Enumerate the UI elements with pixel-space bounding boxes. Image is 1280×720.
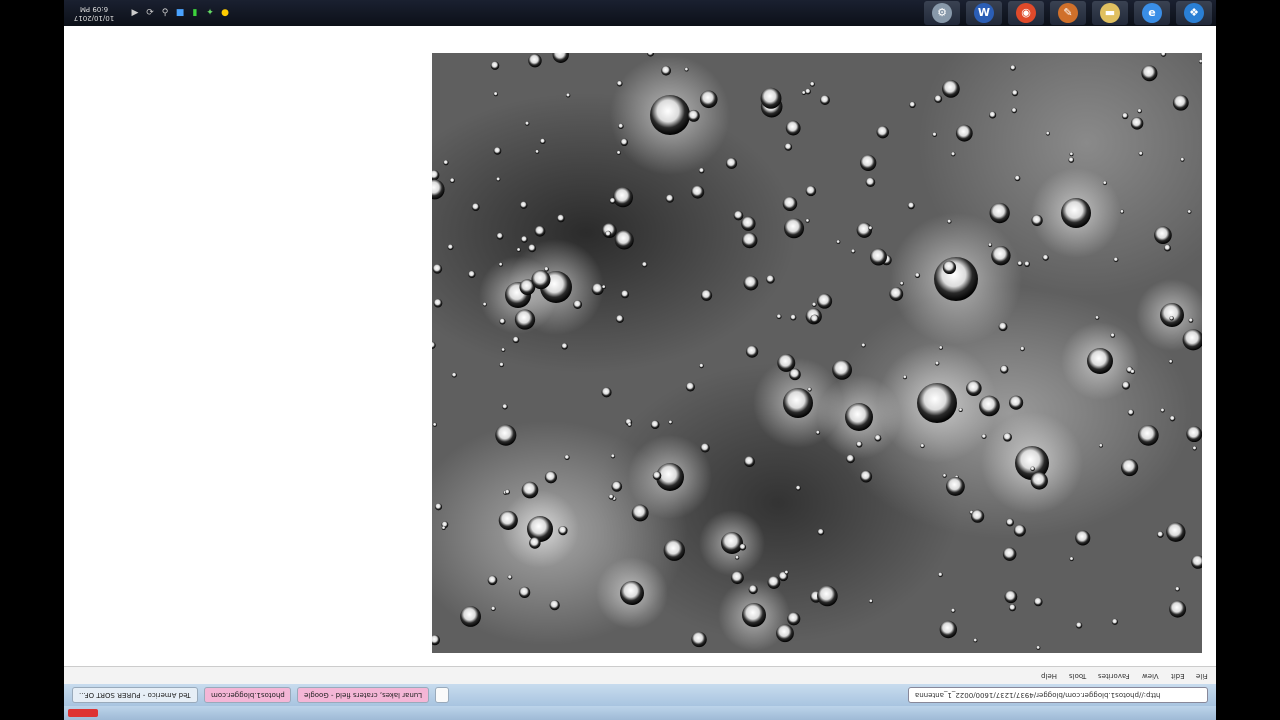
browser-tab-label: Ted Americo - PURER SORT OF... (79, 691, 191, 699)
address-bar[interactable]: http://photos1.blogger.com/blogger/4937/… (908, 687, 1208, 703)
pinned-chrome-app-button[interactable]: ◉ (1008, 1, 1044, 25)
ie-app-icon: e (1142, 3, 1162, 23)
menu-file[interactable]: File (1196, 672, 1208, 680)
browser-tab[interactable]: Lunar lakes, craters field - Google (297, 687, 430, 703)
menu-favorites[interactable]: Favorites (1098, 672, 1130, 680)
menu-edit[interactable]: Edit (1171, 672, 1185, 680)
clock-time: 6:09 PM (79, 5, 109, 13)
monitor-icon[interactable]: ■ (175, 8, 185, 18)
window-title-bar (64, 706, 1216, 720)
search-icon[interactable]: ⚲ (160, 8, 170, 18)
pinned-ie-app-button[interactable]: e (1134, 1, 1170, 25)
start-orb-icon: ❖ (1184, 3, 1204, 23)
browser-tab-label: photos1.blogger.com (210, 691, 285, 699)
close-window-button[interactable] (68, 709, 98, 717)
taskbar: 10/10/2017 6:09 PM ▶ ⟳ ⚲ ■ ▮ ✦ ● ⚙ W ◉ ✎ ▬ e ❖ (64, 0, 1216, 26)
pinned-paint-app-button[interactable]: ✎ (1050, 1, 1086, 25)
crater-field (432, 53, 1202, 651)
browser-tab[interactable]: photos1.blogger.com (203, 687, 292, 703)
clock-date: 10/10/2017 (73, 14, 115, 22)
refresh-icon[interactable]: ⟳ (145, 8, 155, 18)
pinned-folder-app-button[interactable]: ▬ (1092, 1, 1128, 25)
paint-app-icon: ✎ (1058, 3, 1078, 23)
play-icon[interactable]: ▶ (130, 8, 140, 18)
menu-bar: Help Tools Favorites View Edit File (64, 666, 1216, 684)
menu-tools[interactable]: Tools (1069, 672, 1086, 680)
menu-view[interactable]: View (1142, 672, 1159, 680)
pinned-settings-app-button[interactable]: ⚙ (924, 1, 960, 25)
tab-bar: Ted Americo - PURER SORT OF... photos1.bl… (64, 684, 1216, 706)
pinned-start-orb-button[interactable]: ❖ (1176, 1, 1212, 25)
network-icon[interactable]: ✦ (205, 8, 215, 18)
pinned-apps: ⚙ W ◉ ✎ ▬ e ❖ (924, 1, 1216, 25)
system-tray: ▶ ⟳ ⚲ ■ ▮ ✦ ● (130, 8, 230, 18)
browser-tab[interactable]: Ted Americo - PURER SORT OF... (72, 687, 198, 703)
folder-app-icon: ▬ (1100, 3, 1120, 23)
pinned-word-app-button[interactable]: W (966, 1, 1002, 25)
lunar-crater-photo (432, 53, 1202, 653)
taskbar-clock[interactable]: 10/10/2017 6:09 PM (64, 0, 124, 26)
browser-page (64, 26, 1216, 666)
word-app-icon: W (974, 3, 994, 23)
menu-help[interactable]: Help (1041, 672, 1057, 680)
browser-tab[interactable] (435, 687, 450, 703)
shield-icon[interactable]: ● (220, 8, 230, 18)
address-text: http://photos1.blogger.com/blogger/4937/… (915, 691, 1161, 699)
settings-app-icon: ⚙ (932, 3, 952, 23)
browser-tab-label: Lunar lakes, craters field - Google (304, 691, 423, 699)
battery-icon[interactable]: ▮ (190, 8, 200, 18)
tab-list: Ted Americo - PURER SORT OF... photos1.bl… (72, 687, 450, 703)
chrome-app-icon: ◉ (1016, 3, 1036, 23)
